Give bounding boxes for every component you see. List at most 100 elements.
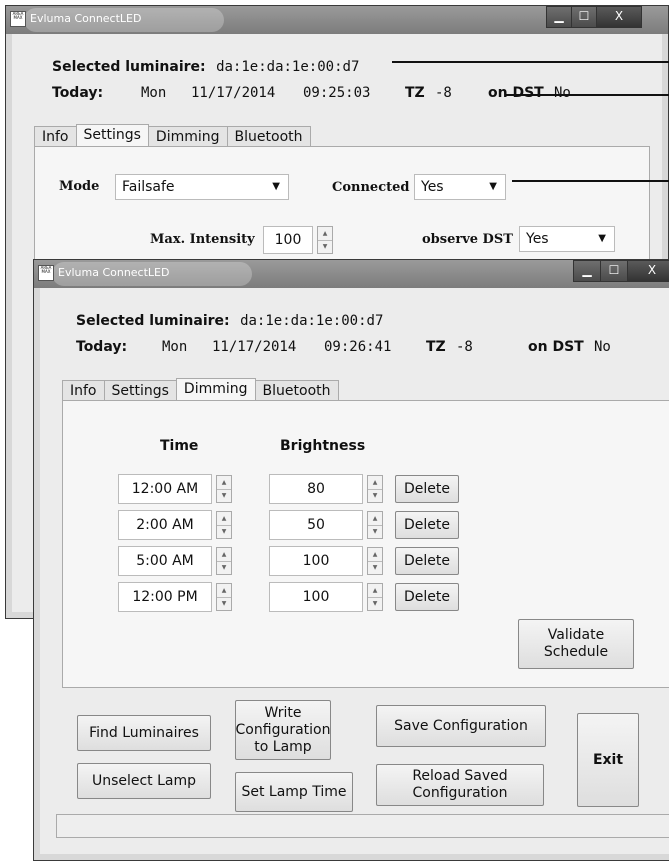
time-column-header: Time (160, 438, 199, 454)
brightness-value: 80 (307, 481, 325, 497)
brightness-spinner[interactable]: ▲ ▼ (367, 547, 383, 575)
tab-settings[interactable]: Settings (75, 124, 149, 147)
time-input[interactable]: 12:00 AM (118, 474, 212, 504)
day-value: Mon (162, 339, 188, 355)
brightness-input[interactable]: 100 (269, 546, 363, 576)
minimize-button[interactable]: ▁ (546, 6, 572, 28)
brightness-value: 100 (302, 589, 330, 605)
observe-dst-select[interactable]: Yes ▼ (519, 226, 615, 252)
brightness-spinner[interactable]: ▲ ▼ (367, 583, 383, 611)
front-titlebar[interactable]: AREA MAX Evluma ConnectLED ▁ ☐ X (34, 260, 669, 288)
callout-line (512, 180, 669, 182)
spin-up-icon[interactable]: ▲ (368, 548, 382, 562)
selected-luminaire-value: da:1e:da:1e:00:d7 (216, 59, 360, 75)
delete-button[interactable]: Delete (395, 583, 459, 611)
time-spinner[interactable]: ▲ ▼ (216, 511, 232, 539)
window-title: Evluma ConnectLED (30, 12, 142, 25)
spin-up-icon[interactable]: ▲ (368, 512, 382, 526)
time-input[interactable]: 2:00 AM (118, 510, 212, 540)
max-intensity-input[interactable]: 100 (263, 226, 313, 254)
maximize-button[interactable]: ☐ (571, 6, 597, 28)
spin-up-icon[interactable]: ▲ (217, 512, 231, 526)
exit-button[interactable]: Exit (577, 713, 639, 807)
time-spinner[interactable]: ▲ ▼ (216, 583, 232, 611)
today-label: Today: (76, 339, 128, 355)
date-value: 11/17/2014 (212, 339, 297, 355)
time-spinner[interactable]: ▲ ▼ (216, 475, 232, 503)
connected-value: Yes (421, 179, 444, 195)
observe-dst-value: Yes (526, 231, 549, 247)
dropdown-arrow-icon: ▼ (489, 181, 497, 192)
connected-select[interactable]: Yes ▼ (414, 174, 506, 200)
close-button[interactable]: X (627, 260, 669, 282)
max-intensity-label: Max. Intensity (150, 232, 255, 247)
day-value: Mon (141, 85, 167, 101)
status-bar (56, 814, 669, 838)
tz-value: -8 (435, 85, 452, 101)
delete-button[interactable]: Delete (395, 475, 459, 503)
dst-label: on DST (528, 339, 584, 355)
selected-luminaire-label: Selected luminaire: (76, 313, 230, 329)
app-icon: AREA MAX (10, 11, 26, 27)
maximize-button[interactable]: ☐ (600, 260, 628, 282)
save-configuration-button[interactable]: Save Configuration (376, 705, 546, 747)
validate-schedule-button[interactable]: Validate Schedule (518, 619, 634, 669)
brightness-spinner[interactable]: ▲ ▼ (367, 511, 383, 539)
window-title: Evluma ConnectLED (58, 266, 170, 279)
close-button[interactable]: X (596, 6, 642, 28)
dst-label: on DST (488, 85, 544, 101)
delete-button[interactable]: Delete (395, 547, 459, 575)
brightness-input[interactable]: 100 (269, 582, 363, 612)
exit-label: Exit (592, 751, 624, 768)
brightness-spinner[interactable]: ▲ ▼ (367, 475, 383, 503)
set-lamp-time-button[interactable]: Set Lamp Time (235, 772, 353, 812)
time-spinner[interactable]: ▲ ▼ (216, 547, 232, 575)
mode-select[interactable]: Failsafe ▼ (115, 174, 289, 200)
unselect-lamp-button[interactable]: Unselect Lamp (77, 763, 211, 799)
spin-down-icon[interactable]: ▼ (217, 561, 231, 574)
spin-up-icon[interactable]: ▲ (368, 584, 382, 598)
max-intensity-spinner[interactable]: ▲ ▼ (317, 226, 333, 254)
reload-configuration-button[interactable]: Reload Saved Configuration (376, 764, 544, 806)
brightness-value: 100 (302, 553, 330, 569)
spin-down-icon[interactable]: ▼ (368, 525, 382, 538)
brightness-value: 50 (307, 517, 325, 533)
spin-down-icon[interactable]: ▼ (217, 525, 231, 538)
spin-up-icon[interactable]: ▲ (217, 584, 231, 598)
mode-label: Mode (59, 179, 100, 194)
time-input[interactable]: 12:00 PM (118, 582, 212, 612)
write-configuration-button[interactable]: Write Configuration to Lamp (235, 700, 331, 760)
callout-line (392, 61, 669, 63)
dropdown-arrow-icon: ▼ (598, 233, 606, 244)
today-label: Today: (52, 85, 104, 101)
find-luminaires-button[interactable]: Find Luminaires (77, 715, 211, 751)
app-icon: AREA MAX (38, 265, 54, 281)
spin-down-icon[interactable]: ▼ (318, 240, 332, 253)
brightness-input[interactable]: 80 (269, 474, 363, 504)
tz-label: TZ (405, 85, 425, 101)
minimize-button[interactable]: ▁ (573, 260, 601, 282)
time-input[interactable]: 5:00 AM (118, 546, 212, 576)
max-intensity-value: 100 (274, 232, 302, 248)
tab-dimming[interactable]: Dimming (175, 378, 256, 401)
spin-up-icon[interactable]: ▲ (368, 476, 382, 490)
selected-luminaire-value: da:1e:da:1e:00:d7 (240, 313, 384, 329)
dst-value: No (554, 85, 571, 101)
spin-down-icon[interactable]: ▼ (217, 597, 231, 610)
spin-down-icon[interactable]: ▼ (368, 561, 382, 574)
spin-up-icon[interactable]: ▲ (217, 476, 231, 490)
time-value: 12:00 AM (131, 481, 199, 497)
brightness-input[interactable]: 50 (269, 510, 363, 540)
front-window: AREA MAX Evluma ConnectLED ▁ ☐ X Selecte… (33, 259, 669, 861)
spin-down-icon[interactable]: ▼ (368, 489, 382, 502)
spin-down-icon[interactable]: ▼ (217, 489, 231, 502)
spin-up-icon[interactable]: ▲ (318, 227, 332, 241)
spin-down-icon[interactable]: ▼ (368, 597, 382, 610)
delete-button[interactable]: Delete (395, 511, 459, 539)
spin-up-icon[interactable]: ▲ (217, 548, 231, 562)
mode-value: Failsafe (122, 179, 175, 195)
time-value: 09:26:41 (324, 339, 392, 355)
tz-label: TZ (426, 339, 446, 355)
tz-value: -8 (456, 339, 473, 355)
back-titlebar[interactable]: AREA MAX Evluma ConnectLED ▁ ☐ X (6, 6, 668, 34)
